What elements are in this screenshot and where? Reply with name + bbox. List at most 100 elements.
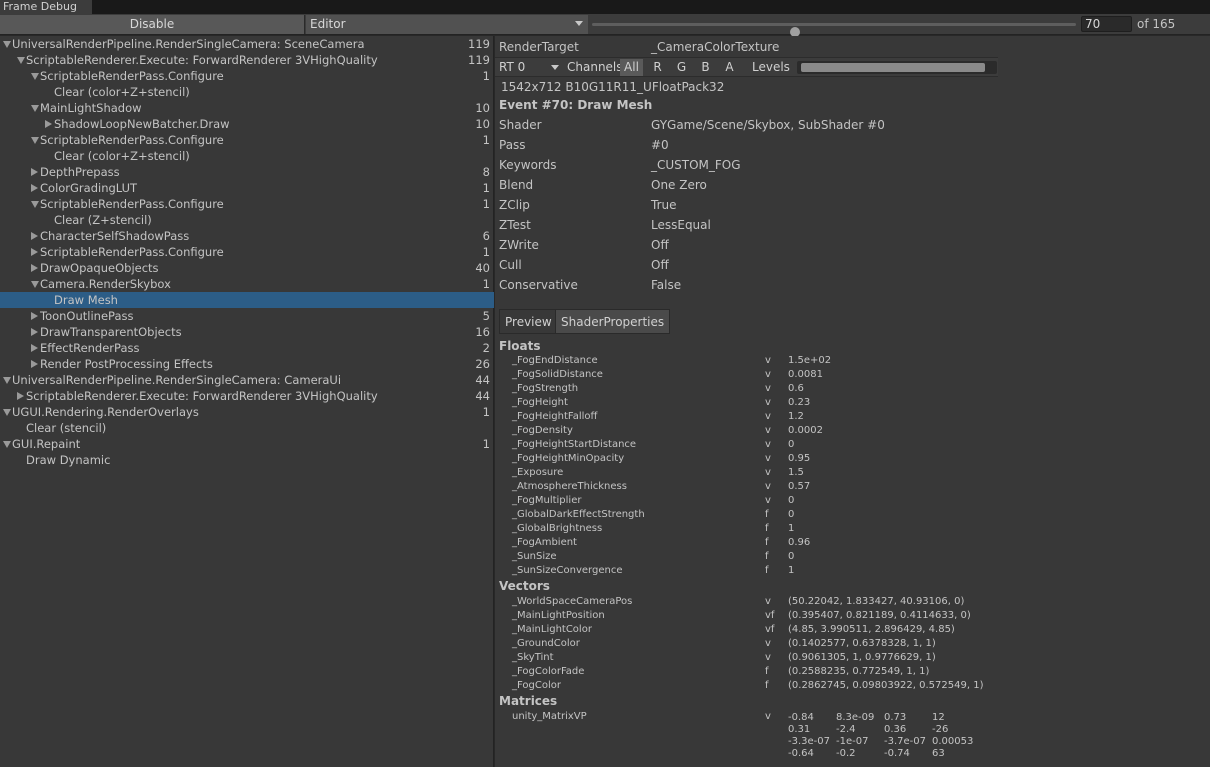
tab-shaderproperties[interactable]: ShaderProperties — [555, 309, 671, 334]
property-stage: v — [765, 481, 771, 492]
property-stage: v — [765, 355, 771, 366]
event-tree[interactable]: UniversalRenderPipeline.RenderSingleCame… — [0, 36, 494, 767]
property-key: Pass — [499, 138, 526, 152]
collapsed-arrow-icon[interactable] — [31, 248, 38, 256]
tree-row[interactable]: ScriptableRenderPass.Configure 1 — [0, 244, 494, 260]
tree-row[interactable]: Clear (color+Z+stencil) — [0, 84, 494, 100]
property-stage: f — [765, 523, 769, 534]
tree-row[interactable]: ScriptableRenderer.Execute: ForwardRende… — [0, 52, 494, 68]
collapsed-arrow-icon[interactable] — [31, 184, 38, 192]
property-value: (0.2862745, 0.09803922, 0.572549, 1) — [788, 680, 984, 691]
tree-row-label: DepthPrepass — [40, 165, 120, 179]
expanded-arrow-icon[interactable] — [17, 57, 25, 64]
expanded-arrow-icon[interactable] — [3, 441, 11, 448]
channel-button-all[interactable]: All — [620, 59, 643, 76]
channel-button-b[interactable]: B — [694, 59, 717, 76]
rt-dropdown[interactable]: RT 0 — [495, 59, 562, 76]
tree-row[interactable]: GUI.Repaint 1 — [0, 436, 494, 452]
expanded-arrow-icon[interactable] — [3, 41, 11, 48]
tree-row[interactable]: UGUI.Rendering.RenderOverlays 1 — [0, 404, 494, 420]
tree-row[interactable]: MainLightShadow 10 — [0, 100, 494, 116]
property-name: _FogHeightFalloff — [512, 411, 598, 422]
rt-dropdown-label: RT 0 — [499, 60, 526, 74]
shader-property-row: _FogStrength v 0.6 — [495, 382, 1210, 396]
title-bar: Frame Debug — [0, 0, 1210, 14]
chevron-down-icon — [551, 65, 559, 70]
collapsed-arrow-icon[interactable] — [31, 328, 38, 336]
tree-row[interactable]: ScriptableRenderer.Execute: ForwardRende… — [0, 388, 494, 404]
frame-debug-tab[interactable]: Frame Debug — [0, 0, 92, 14]
expanded-arrow-icon[interactable] — [3, 409, 11, 416]
collapsed-arrow-icon[interactable] — [31, 264, 38, 272]
expanded-arrow-icon[interactable] — [31, 73, 39, 80]
disable-button[interactable]: Disable — [0, 15, 305, 34]
collapsed-arrow-icon[interactable] — [31, 168, 38, 176]
collapsed-arrow-icon[interactable] — [31, 360, 38, 368]
property-key: Keywords — [499, 158, 557, 172]
collapsed-arrow-icon[interactable] — [31, 232, 38, 240]
tree-row[interactable]: ToonOutlinePass 5 — [0, 308, 494, 324]
tree-row-count: 10 — [475, 101, 490, 115]
tree-row[interactable]: Draw Mesh — [0, 292, 494, 308]
collapsed-arrow-icon[interactable] — [45, 120, 52, 128]
target-dropdown[interactable]: Editor — [306, 15, 588, 34]
levels-slider[interactable] — [797, 61, 997, 74]
property-value: 1.5 — [788, 467, 804, 478]
collapsed-arrow-icon[interactable] — [17, 392, 24, 400]
expanded-arrow-icon[interactable] — [31, 201, 39, 208]
collapsed-arrow-icon[interactable] — [31, 344, 38, 352]
property-key: Blend — [499, 178, 534, 192]
channels-label: Channels — [567, 60, 623, 74]
tree-row[interactable]: UniversalRenderPipeline.RenderSingleCame… — [0, 36, 494, 52]
property-name: _FogColor — [512, 680, 561, 691]
channel-button-g[interactable]: G — [670, 59, 693, 76]
tree-row[interactable]: CharacterSelfShadowPass 6 — [0, 228, 494, 244]
tree-row[interactable]: ScriptableRenderPass.Configure 1 — [0, 132, 494, 148]
tree-row[interactable]: DepthPrepass 8 — [0, 164, 494, 180]
tree-row[interactable]: Camera.RenderSkybox 1 — [0, 276, 494, 292]
tab-preview[interactable]: Preview — [499, 309, 558, 334]
section-title: Matrices — [499, 694, 558, 708]
property-key: ZClip — [499, 198, 530, 212]
tree-row[interactable]: ScriptableRenderPass.Configure 1 — [0, 196, 494, 212]
tree-row[interactable]: ScriptableRenderPass.Configure 1 — [0, 68, 494, 84]
tree-row[interactable]: EffectRenderPass 2 — [0, 340, 494, 356]
property-stage: v — [765, 652, 771, 663]
property-name: _FogHeight — [512, 397, 568, 408]
tree-row[interactable]: Draw Dynamic — [0, 452, 494, 468]
tree-row[interactable]: DrawTransparentObjects 16 — [0, 324, 494, 340]
render-target-value[interactable]: _CameraColorTexture — [651, 40, 779, 54]
property-name: _FogHeightMinOpacity — [512, 453, 625, 464]
expanded-arrow-icon[interactable] — [31, 105, 39, 112]
frame-index-input[interactable]: 70 — [1081, 16, 1132, 32]
property-value: 0 — [788, 509, 795, 520]
tree-row[interactable]: Clear (color+Z+stencil) — [0, 148, 494, 164]
tree-row[interactable]: ColorGradingLUT 1 — [0, 180, 494, 196]
property-name: _GlobalBrightness — [512, 523, 603, 534]
tree-row[interactable]: DrawOpaqueObjects 40 — [0, 260, 494, 276]
property-stage: v — [765, 411, 771, 422]
expanded-arrow-icon[interactable] — [31, 137, 39, 144]
tree-row[interactable]: UniversalRenderPipeline.RenderSingleCame… — [0, 372, 494, 388]
collapsed-arrow-icon[interactable] — [31, 312, 38, 320]
channel-button-a[interactable]: A — [718, 59, 741, 76]
property-stage: v — [765, 397, 771, 408]
expanded-arrow-icon[interactable] — [31, 281, 39, 288]
property-value: 0 — [788, 551, 795, 562]
tree-row[interactable]: ShadowLoopNewBatcher.Draw 10 — [0, 116, 494, 132]
frame-slider[interactable] — [592, 23, 1076, 37]
channel-button-r[interactable]: R — [646, 59, 669, 76]
property-stage: v — [765, 638, 771, 649]
tree-row[interactable]: Render PostProcessing Effects 26 — [0, 356, 494, 372]
tree-row-label: CharacterSelfShadowPass — [40, 229, 190, 243]
shader-property-row: _MainLightPosition vf (0.395407, 0.821189,… — [495, 609, 1210, 623]
tree-row-count: 1 — [482, 69, 490, 83]
expanded-arrow-icon[interactable] — [3, 377, 11, 384]
tree-row[interactable]: Clear (stencil) — [0, 420, 494, 436]
tree-row-label: ScriptableRenderPass.Configure — [40, 245, 224, 259]
levels-label: Levels — [752, 60, 790, 74]
levels-range[interactable] — [801, 63, 986, 72]
property-value: Off — [651, 258, 669, 272]
matrix-cell: 63 — [932, 748, 945, 759]
tree-row[interactable]: Clear (Z+stencil) — [0, 212, 494, 228]
